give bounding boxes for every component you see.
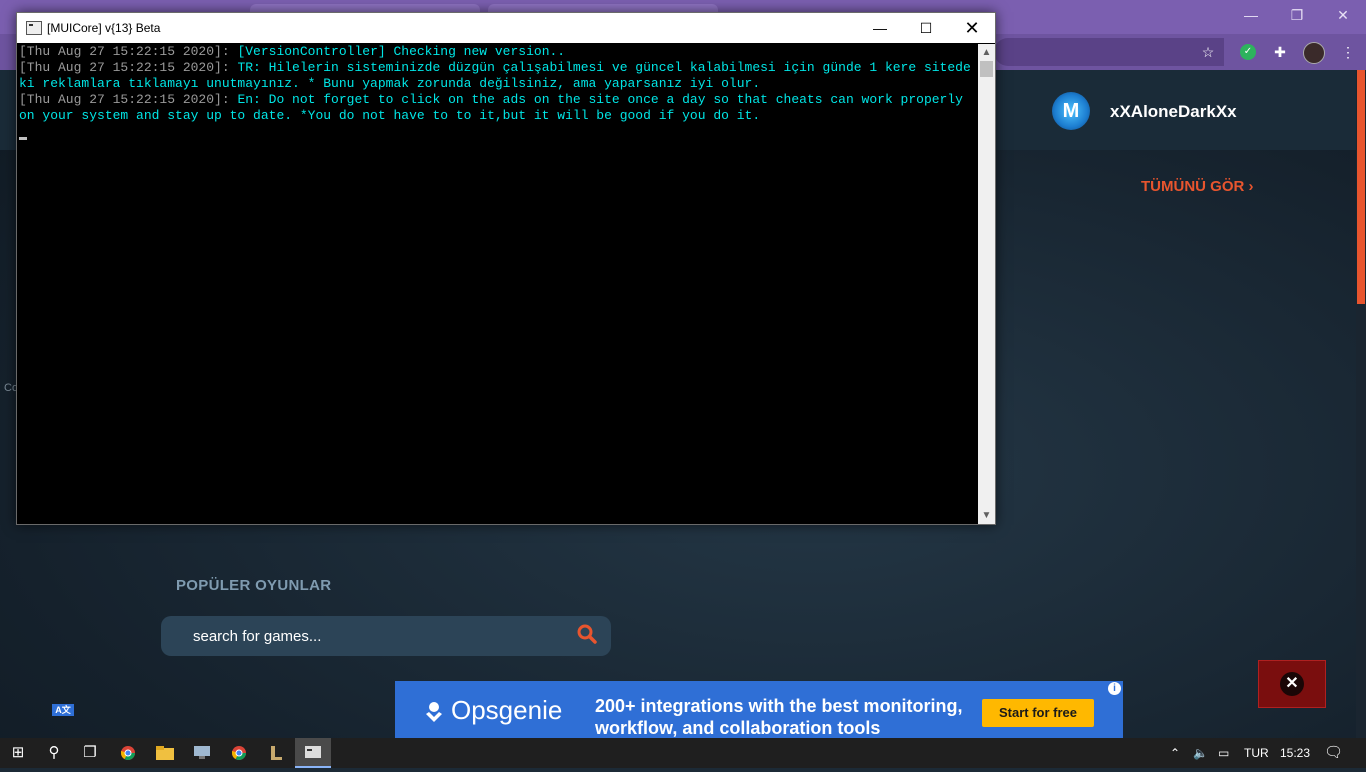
chrome-taskbar-icon-2[interactable] (221, 738, 257, 768)
minimize-button[interactable]: — (857, 13, 903, 43)
console-scrollbar-thumb[interactable] (980, 61, 993, 77)
league-client-icon[interactable] (258, 738, 294, 768)
notifications-icon[interactable]: 🗨 (1324, 738, 1343, 768)
search-input[interactable]: search for games... (193, 628, 321, 645)
windows-taskbar: ⊞ ⚲ ❐ ⌃ 🔈 ▭ TUR 15:23 🗨 (0, 738, 1366, 768)
opsgenie-logo-icon (426, 702, 442, 722)
popular-games-title: POPÜLER OYUNLAR (176, 577, 332, 594)
see-all-link[interactable]: TÜMÜNÜ GÖR › (1141, 178, 1254, 195)
console-titlebar[interactable]: [MUICore] v{13} Beta — ☐ ✕ (17, 13, 995, 43)
ad-info-icon[interactable]: i (1108, 682, 1121, 695)
start-button[interactable]: ⊞ (0, 738, 36, 768)
user-logo-avatar[interactable]: M (1052, 92, 1090, 130)
tray-overflow-icon[interactable]: ⌃ (1170, 738, 1180, 768)
extension-icon[interactable]: ✓ (1240, 44, 1256, 60)
file-explorer-icon[interactable] (147, 738, 183, 768)
console-taskbar-icon[interactable] (295, 738, 331, 768)
close-button[interactable]: ✕ (949, 13, 995, 43)
log-timestamp: [Thu Aug 27 15:22:15 2020]: (19, 92, 230, 107)
console-title: [MUICore] v{13} Beta (47, 21, 161, 35)
clock[interactable]: 15:23 (1280, 738, 1310, 768)
game-search-box[interactable]: search for games... (161, 616, 611, 656)
console-scrollbar[interactable]: ▲ ▼ (978, 44, 995, 524)
remote-desktop-icon[interactable] (184, 738, 220, 768)
input-language[interactable]: TUR (1244, 738, 1269, 768)
text-cursor (19, 137, 27, 140)
ad-headline: 200+ integrations with the best monitori… (595, 696, 963, 738)
browser-restore-button[interactable]: ❐ (1274, 0, 1320, 30)
browser-close-button[interactable]: ✕ (1320, 0, 1366, 30)
console-app-icon[interactable] (26, 21, 42, 35)
profile-avatar[interactable] (1303, 42, 1325, 64)
log-timestamp: [Thu Aug 27 15:22:15 2020]: (19, 60, 230, 75)
console-output[interactable]: [Thu Aug 27 15:22:15 2020]: [VersionCont… (19, 44, 977, 522)
scroll-up-arrow-icon[interactable]: ▲ (978, 44, 995, 61)
volume-icon[interactable]: 🔈 (1193, 738, 1208, 768)
maximize-button[interactable]: ☐ (903, 13, 949, 43)
ad-cta-button[interactable]: Start for free (982, 699, 1094, 727)
search-icon[interactable] (577, 624, 597, 644)
username[interactable]: xXAloneDarkXx (1110, 102, 1237, 122)
bookmark-star-icon[interactable]: ☆ (1200, 44, 1216, 60)
console-window[interactable]: [MUICore] v{13} Beta — ☐ ✕ [Thu Aug 27 1… (16, 12, 996, 525)
search-taskbar-icon[interactable]: ⚲ (36, 738, 72, 768)
address-bar[interactable] (994, 38, 1224, 66)
extensions-puzzle-icon[interactable]: ✚ (1272, 44, 1288, 60)
scroll-down-arrow-icon[interactable]: ▼ (978, 507, 995, 524)
browser-minimize-button[interactable]: — (1228, 0, 1274, 30)
browser-menu-icon[interactable]: ⋮ (1340, 44, 1356, 60)
page-scrollbar-thumb[interactable] (1357, 70, 1365, 304)
chrome-taskbar-icon[interactable] (110, 738, 146, 768)
log-timestamp: [Thu Aug 27 15:22:15 2020]: (19, 44, 230, 59)
close-ad-button[interactable]: ✕ (1258, 660, 1326, 708)
translate-icon[interactable]: A文 (52, 704, 74, 716)
log-message: [VersionController] Checking new version… (229, 44, 566, 59)
ad-brand-name: Opsgenie (451, 695, 563, 725)
close-icon: ✕ (1280, 672, 1304, 696)
task-view-icon[interactable]: ❐ (72, 738, 108, 768)
ad-banner[interactable]: Opsgenie 200+ integrations with the best… (395, 681, 1123, 738)
network-icon[interactable]: ▭ (1218, 738, 1229, 768)
